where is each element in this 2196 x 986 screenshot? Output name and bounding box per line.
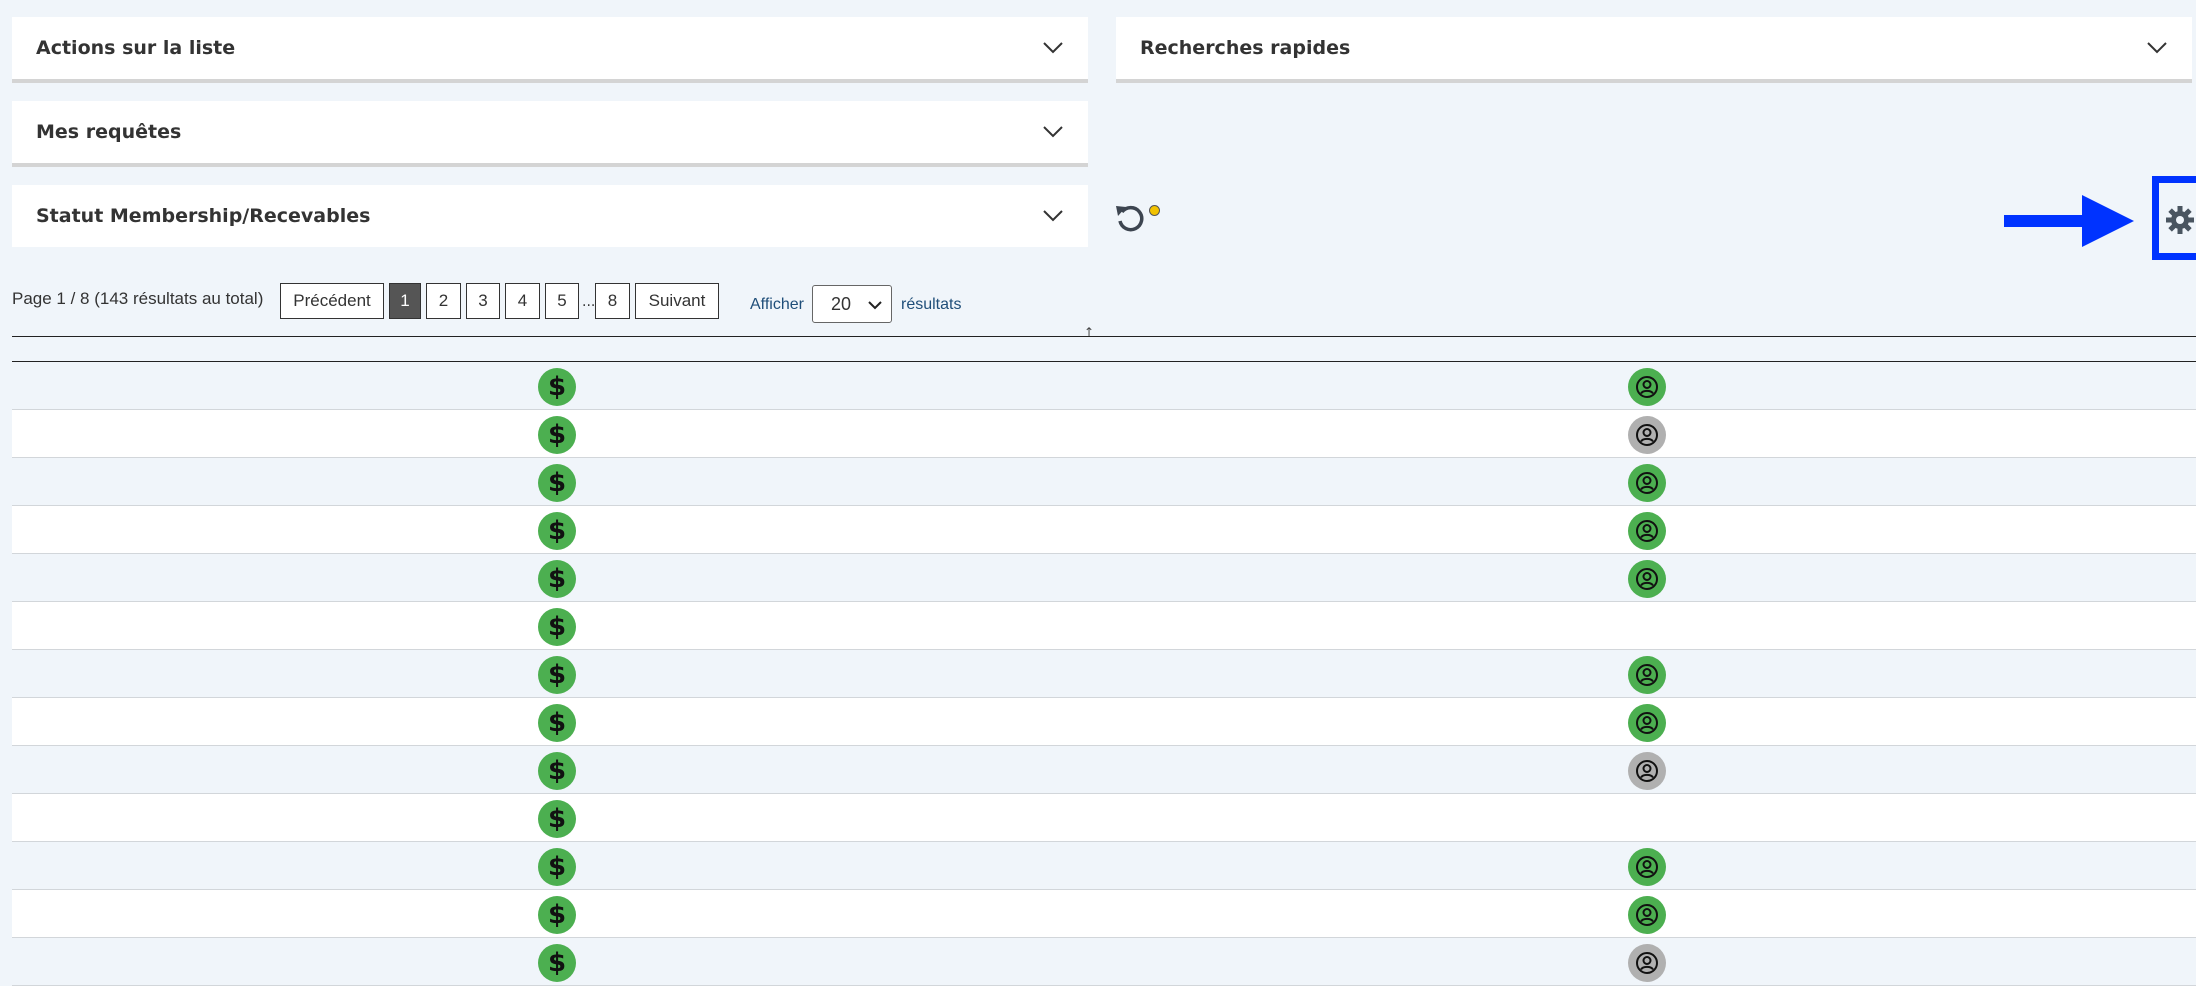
settings-highlight: [2152, 176, 2196, 260]
reset-icon[interactable]: [1113, 201, 1147, 235]
my-queries-panel-title: Mes requêtes: [36, 121, 182, 143]
table-row[interactable]: $: [12, 506, 2196, 554]
table-header: ↑: [12, 325, 2196, 362]
page-size-select[interactable]: 20: [812, 285, 892, 323]
actions-panel-title: Actions sur la liste: [36, 37, 236, 59]
pagination-info: Page 1 / 8 (143 résultats au total): [12, 289, 264, 308]
table-row[interactable]: $: [12, 410, 2196, 458]
gear-icon[interactable]: [2164, 204, 2196, 236]
dollar-icon: $: [538, 848, 576, 886]
table-row[interactable]: $: [12, 554, 2196, 602]
chevron-down-icon[interactable]: [1042, 41, 1064, 55]
dollar-icon: $: [538, 944, 576, 982]
notification-dot: [1149, 205, 1160, 216]
member-status-icon: [1628, 560, 1666, 598]
table-row[interactable]: $: [12, 362, 2196, 410]
page-button-1[interactable]: 1: [389, 283, 421, 319]
member-status-icon: [1628, 464, 1666, 502]
member-status-icon: [1628, 656, 1666, 694]
dollar-icon: $: [538, 512, 576, 550]
page-size-value: 20: [831, 294, 852, 314]
table-row[interactable]: $: [12, 938, 2196, 986]
dollar-icon: $: [538, 752, 576, 790]
membership-status-panel[interactable]: Statut Membership/Recevables: [12, 185, 1088, 247]
results-table: ↑ $ $ $ $ $ $ $ $ $ $ $ $ $: [12, 325, 2196, 986]
quick-search-panel-title: Recherches rapides: [1140, 37, 1351, 59]
page-button-2[interactable]: 2: [426, 283, 461, 319]
page-button-last[interactable]: 8: [595, 283, 630, 319]
page-button-4[interactable]: 4: [505, 283, 540, 319]
chevron-down-icon[interactable]: [1042, 209, 1064, 223]
dollar-icon: $: [538, 800, 576, 838]
actions-panel[interactable]: Actions sur la liste: [12, 17, 1088, 83]
member-status-icon: [1628, 752, 1666, 790]
table-row[interactable]: $: [12, 746, 2196, 794]
chevron-down-icon: [868, 301, 882, 310]
dollar-icon: $: [538, 896, 576, 934]
sort-arrow-icon[interactable]: ↑: [1084, 325, 1094, 339]
member-status-icon: [1628, 704, 1666, 742]
table-row[interactable]: $: [12, 842, 2196, 890]
page-button-5[interactable]: 5: [545, 283, 579, 319]
my-queries-panel[interactable]: Mes requêtes: [12, 101, 1088, 167]
table-row[interactable]: $: [12, 698, 2196, 746]
previous-page-button[interactable]: Précédent: [280, 283, 384, 319]
dollar-icon: $: [538, 704, 576, 742]
dollar-icon: $: [538, 464, 576, 502]
member-status-icon: [1628, 896, 1666, 934]
dollar-icon: $: [538, 656, 576, 694]
table-row[interactable]: $: [12, 650, 2196, 698]
chevron-down-icon[interactable]: [1042, 125, 1064, 139]
table-row[interactable]: $: [12, 890, 2196, 938]
dollar-icon: $: [538, 368, 576, 406]
page-button-3[interactable]: 3: [466, 283, 500, 319]
dollar-icon: $: [538, 416, 576, 454]
page-size-suffix: résultats: [901, 296, 962, 313]
chevron-down-icon[interactable]: [2146, 41, 2168, 55]
member-status-icon: [1628, 512, 1666, 550]
membership-status-panel-title: Statut Membership/Recevables: [36, 205, 371, 227]
member-status-icon: [1628, 848, 1666, 886]
table-row[interactable]: $: [12, 602, 2196, 650]
table-body: $ $ $ $ $ $ $ $ $ $ $ $ $: [12, 362, 2196, 986]
member-status-icon: [1628, 944, 1666, 982]
member-status-icon: [1628, 416, 1666, 454]
pagination-ellipsis: ...: [582, 294, 596, 310]
page-size-label: Afficher: [750, 296, 804, 313]
table-row[interactable]: $: [12, 458, 2196, 506]
next-page-button[interactable]: Suivant: [635, 283, 719, 319]
member-status-icon: [1628, 368, 1666, 406]
arrow-right-icon: [2004, 195, 2134, 247]
dollar-icon: $: [538, 608, 576, 646]
quick-search-panel[interactable]: Recherches rapides: [1116, 17, 2192, 83]
table-row[interactable]: $: [12, 794, 2196, 842]
dollar-icon: $: [538, 560, 576, 598]
